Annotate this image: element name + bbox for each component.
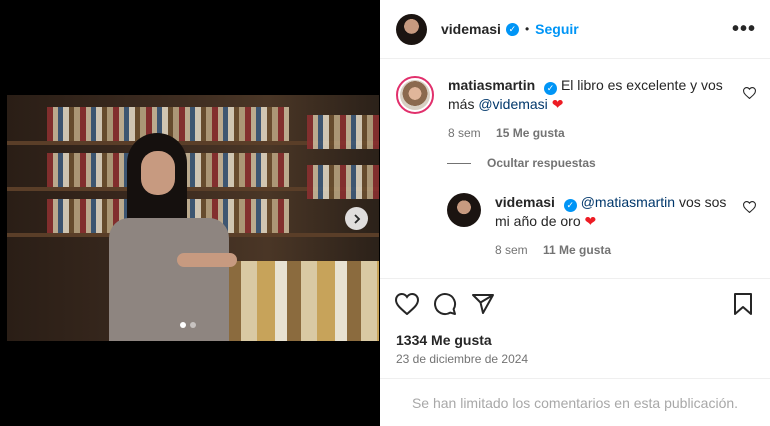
post-panel: videmasi ✓ • Seguir ••• matiasmartin ✓ E… bbox=[380, 0, 770, 426]
share-button[interactable] bbox=[470, 291, 496, 317]
heart-icon bbox=[395, 292, 419, 315]
hide-replies-label: Ocultar respuestas bbox=[487, 156, 596, 170]
comments-section: matiasmartin ✓ El libro es excelente y v… bbox=[380, 60, 770, 277]
reply-age[interactable]: 8 sem bbox=[495, 243, 528, 257]
author-username[interactable]: videmasi bbox=[441, 21, 501, 37]
post-media bbox=[0, 0, 380, 426]
carousel-dot bbox=[180, 322, 186, 328]
comment-icon bbox=[434, 292, 457, 315]
verified-icon: ✓ bbox=[563, 199, 577, 212]
comment-mention[interactable]: @videmasi bbox=[478, 96, 547, 112]
separator: • bbox=[524, 22, 530, 36]
reply-mention[interactable]: @matiasmartin bbox=[581, 194, 675, 210]
comment-button[interactable] bbox=[432, 291, 458, 317]
comment-like-icon[interactable] bbox=[743, 87, 756, 99]
bookmark-icon bbox=[734, 292, 752, 315]
carousel-dot bbox=[190, 322, 196, 328]
heart-emoji: ❤ bbox=[584, 213, 597, 229]
follow-button[interactable]: Seguir bbox=[535, 21, 579, 37]
chevron-right-icon bbox=[353, 213, 360, 224]
heart-emoji: ❤ bbox=[551, 96, 564, 112]
post-date[interactable]: 23 de diciembre de 2024 bbox=[396, 352, 528, 366]
hide-replies-button[interactable]: Ocultar respuestas bbox=[447, 156, 596, 170]
reply-likes[interactable]: 11 Me gusta bbox=[543, 243, 611, 257]
like-button[interactable] bbox=[394, 291, 420, 317]
comments-limited-notice: Se han limitado los comentarios en esta … bbox=[380, 378, 770, 426]
save-button[interactable] bbox=[730, 291, 756, 317]
share-icon bbox=[472, 293, 494, 314]
post-photo bbox=[7, 95, 379, 341]
likes-count[interactable]: 1334 Me gusta bbox=[396, 332, 492, 348]
author-avatar[interactable] bbox=[396, 13, 427, 45]
reply-meta: 8 sem 11 Me gusta bbox=[495, 241, 731, 260]
reply-avatar[interactable] bbox=[447, 193, 481, 227]
comment-meta: 8 sem 15 Me gusta bbox=[448, 124, 733, 143]
comment-item: matiasmartin ✓ El libro es excelente y v… bbox=[396, 76, 733, 143]
carousel-next-button[interactable] bbox=[345, 207, 368, 230]
commenter-avatar[interactable] bbox=[396, 76, 434, 114]
verified-icon: ✓ bbox=[544, 82, 558, 95]
comment-age[interactable]: 8 sem bbox=[448, 126, 481, 140]
comment-username[interactable]: matiasmartin bbox=[448, 77, 535, 93]
reply-item: videmasi ✓ @matiasmartin vos sos mi año … bbox=[447, 193, 731, 260]
reply-username[interactable]: videmasi bbox=[495, 194, 555, 210]
carousel-indicator bbox=[180, 322, 196, 328]
more-options-icon[interactable]: ••• bbox=[732, 18, 756, 41]
verified-icon: ✓ bbox=[505, 22, 519, 36]
reply-like-icon[interactable] bbox=[743, 201, 756, 213]
action-bar bbox=[380, 278, 770, 328]
post-header: videmasi ✓ • Seguir ••• bbox=[380, 0, 770, 59]
comment-likes[interactable]: 15 Me gusta bbox=[496, 126, 565, 140]
